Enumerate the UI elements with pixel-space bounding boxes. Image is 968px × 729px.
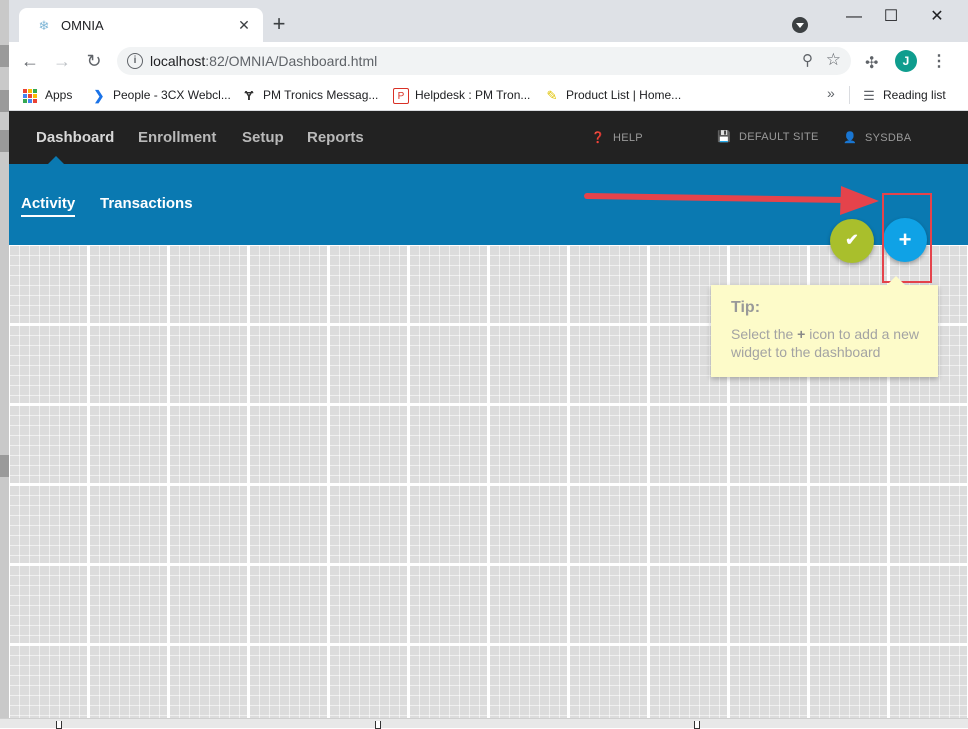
user-icon: 👤 <box>843 132 857 144</box>
tip-text: Select the + icon to add a new widget to… <box>731 326 919 360</box>
help-circle-icon: ❓ <box>591 132 605 144</box>
bookmark-3cx-people[interactable]: ❯ People - 3CX Webcl... <box>91 85 231 105</box>
profile-avatar[interactable]: J <box>895 50 917 72</box>
bookmark-product-list[interactable]: ✎ Product List | Home... <box>544 85 682 105</box>
tab-title: OMNIA <box>61 18 104 33</box>
site-info-icon[interactable]: i <box>127 53 143 69</box>
bookmarks-divider <box>849 86 850 104</box>
browser-toolbar: ← → ↻ i localhost:82/OMNIA/Dashboard.htm… <box>9 42 968 80</box>
notepad-icon: ✎ <box>546 87 558 103</box>
maximize-button[interactable]: ☐ <box>876 6 906 28</box>
desktop-background-strip <box>0 0 9 728</box>
menu-kebab-icon[interactable]: ⋮ <box>931 51 947 71</box>
close-window-button[interactable]: ✕ <box>922 6 952 28</box>
tab-transactions[interactable]: Transactions <box>100 195 193 212</box>
help-link[interactable]: ❓ HELP <box>591 131 643 144</box>
nav-dashboard[interactable]: Dashboard <box>36 129 114 146</box>
bookmarks-overflow-icon[interactable]: » <box>827 85 835 101</box>
browser-window: ❄ OMNIA ✕ + — ☐ ✕ ← → ↻ i localhost:82/O… <box>9 0 968 718</box>
back-arrow-icon[interactable]: ← <box>19 50 41 72</box>
new-tab-button[interactable]: + <box>267 13 291 37</box>
floppy-disk-icon: 💾 <box>717 131 731 143</box>
background-window-fragment <box>0 90 9 112</box>
background-window-fragment <box>0 455 9 477</box>
tab-activity[interactable]: Activity <box>21 195 76 217</box>
user-menu[interactable]: 👤 SYSDBA <box>843 131 911 144</box>
tip-title: Tip: <box>731 299 761 316</box>
forward-arrow-icon[interactable]: → <box>51 50 73 72</box>
url-text[interactable]: localhost:82/OMNIA/Dashboard.html <box>150 53 377 69</box>
zoom-icon[interactable]: ⚲ <box>802 51 813 69</box>
tab-search-icon[interactable] <box>792 17 808 33</box>
tab-strip: ❄ OMNIA ✕ + — ☐ ✕ <box>9 0 968 42</box>
confirm-layout-button[interactable]: ✔ <box>830 219 874 263</box>
pm-tronics-icon: Ɏ <box>244 87 254 103</box>
reload-icon[interactable]: ↻ <box>83 50 105 72</box>
apps-grid-icon <box>23 88 37 103</box>
bookmark-apps[interactable]: Apps <box>23 85 72 105</box>
bookmarks-bar: Apps ❯ People - 3CX Webcl... Ɏ PM Tronics … <box>9 80 968 111</box>
reading-list-button[interactable]: ☰ Reading list <box>861 85 946 105</box>
background-window-fragment <box>0 130 9 152</box>
address-bar[interactable]: i localhost:82/OMNIA/Dashboard.html ⚲ ☆ <box>117 47 851 75</box>
nav-setup[interactable]: Setup <box>242 129 284 146</box>
helpdesk-icon: P <box>393 87 409 104</box>
annotation-arrow <box>584 186 879 215</box>
bookmark-star-icon[interactable]: ☆ <box>826 50 841 70</box>
active-nav-caret <box>48 156 64 164</box>
background-window-fragment <box>0 45 9 67</box>
bookmark-pm-tronics[interactable]: Ɏ PM Tronics Messag... <box>241 85 379 105</box>
nav-enrollment[interactable]: Enrollment <box>138 129 216 146</box>
close-tab-icon[interactable]: ✕ <box>235 16 253 34</box>
minimize-button[interactable]: — <box>839 6 869 28</box>
extensions-puzzle-icon[interactable]: ✣ <box>865 53 878 73</box>
reading-list-icon: ☰ <box>863 87 875 103</box>
nav-reports[interactable]: Reports <box>307 129 364 146</box>
annotation-highlight-box <box>882 193 932 283</box>
tip-popover: Tip: Select the + icon to add a new widg… <box>711 276 938 377</box>
bookmark-helpdesk[interactable]: P Helpdesk : PM Tron... <box>393 85 530 105</box>
site-selector[interactable]: 💾 DEFAULT SITE <box>717 130 819 143</box>
browser-tab-omnia[interactable]: ❄ OMNIA ✕ <box>19 8 263 42</box>
desktop-bottom-strip <box>0 718 968 729</box>
3cx-chevron-icon: ❯ <box>93 87 105 103</box>
omnia-favicon-icon: ❄ <box>38 18 50 33</box>
app-top-nav: Dashboard Enrollment Setup Reports ❓ HELP… <box>9 111 968 164</box>
